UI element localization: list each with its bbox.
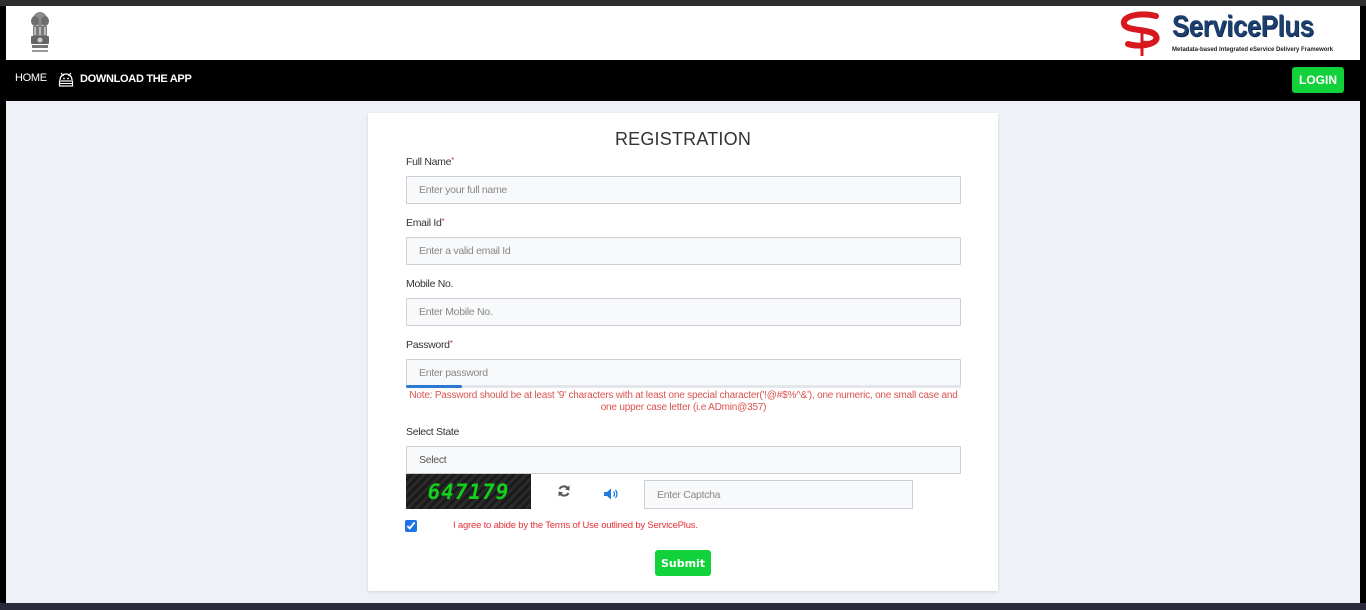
submit-button[interactable]: Submit xyxy=(655,550,711,576)
login-button[interactable]: LOGIN xyxy=(1292,67,1344,93)
email-input[interactable] xyxy=(406,237,961,265)
terms-checkbox[interactable] xyxy=(405,520,417,532)
required-marker: * xyxy=(449,339,453,348)
email-label-text: Email Id xyxy=(406,217,442,229)
password-input[interactable] xyxy=(406,359,961,387)
navbar: HOME DOWNLOAD THE APP LOGIN xyxy=(0,60,1366,101)
national-emblem-icon xyxy=(31,12,49,52)
serviceplus-mark-icon xyxy=(1120,11,1160,56)
footer-bar xyxy=(0,603,1366,610)
site-header: ServicePlus Metadata-based Integrated eS… xyxy=(6,6,1360,60)
page-title: REGISTRATION xyxy=(614,129,752,149)
full-name-label: Full Name* xyxy=(406,156,454,168)
state-label: Select State xyxy=(406,426,460,438)
email-label: Email Id* xyxy=(406,217,445,229)
nav-download-app-label: DOWNLOAD THE APP xyxy=(80,73,192,85)
full-name-input[interactable] xyxy=(406,176,961,204)
password-strength-fill xyxy=(406,385,462,388)
brand-tagline: Metadata-based Integrated eService Deliv… xyxy=(1172,47,1334,53)
registration-card: REGISTRATION Full Name* Email Id* Mobile… xyxy=(368,113,998,591)
android-icon xyxy=(58,72,74,87)
password-label-text: Password xyxy=(406,339,450,351)
captcha-input[interactable] xyxy=(644,480,913,509)
captcha-image: 647179 xyxy=(406,474,531,509)
full-name-label-text: Full Name xyxy=(406,156,452,168)
brand-name: ServicePlus xyxy=(1172,10,1314,43)
password-label: Password* xyxy=(406,339,453,351)
nav-home-link[interactable]: HOME xyxy=(15,72,47,84)
nav-download-app-link[interactable]: DOWNLOAD THE APP xyxy=(56,69,192,89)
terms-text: I agree to abide by the Terms of Use out… xyxy=(453,520,698,531)
refresh-icon[interactable] xyxy=(557,484,571,498)
password-strength-bar xyxy=(406,385,961,388)
required-marker: * xyxy=(451,156,454,165)
mobile-input[interactable] xyxy=(406,298,961,326)
serviceplus-logo: ServicePlus Metadata-based Integrated eS… xyxy=(1116,10,1346,58)
state-select[interactable]: Select xyxy=(406,446,961,474)
volume-icon[interactable] xyxy=(603,487,621,501)
password-note: Note: Password should be at least '9' ch… xyxy=(409,390,958,413)
required-marker: * xyxy=(441,217,445,226)
main-content: REGISTRATION Full Name* Email Id* Mobile… xyxy=(6,101,1360,603)
mobile-label: Mobile No. xyxy=(406,278,454,290)
